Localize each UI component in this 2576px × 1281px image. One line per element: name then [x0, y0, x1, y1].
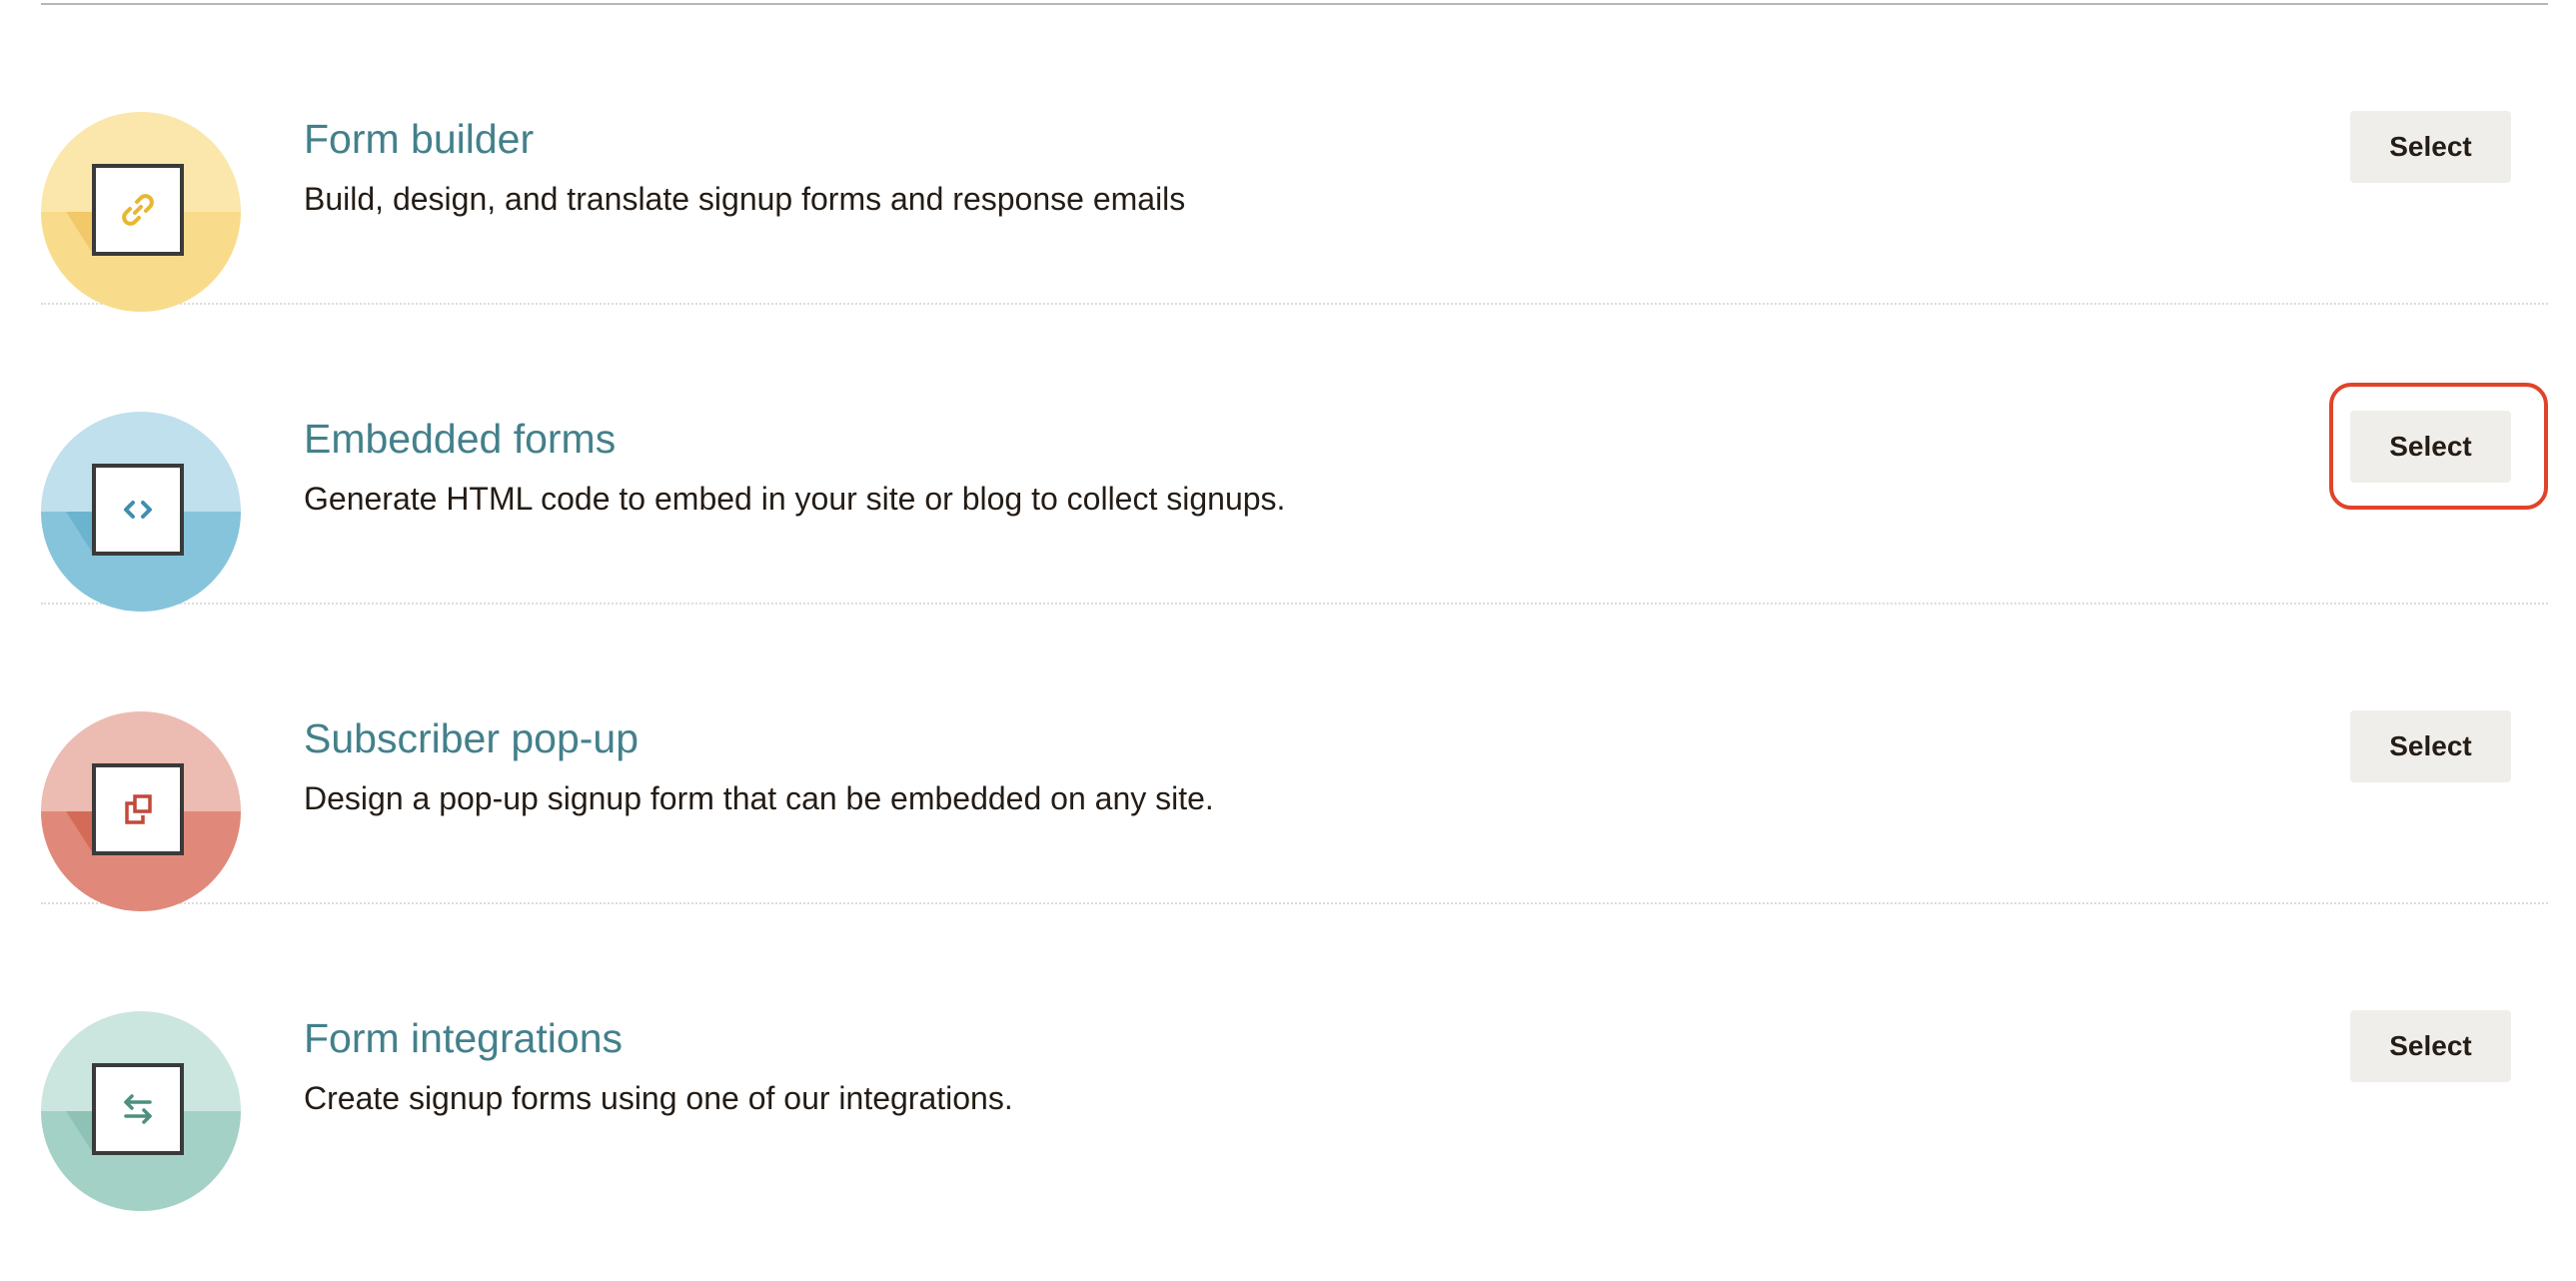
list-item-form-builder: Form builder Build, design, and translat…	[41, 5, 2548, 312]
select-subscriber-popup-button[interactable]: Select	[2350, 710, 2511, 782]
form-integrations-badge	[41, 1011, 241, 1211]
form-type-list: Form builder Build, design, and translat…	[41, 5, 2548, 1211]
select-embedded-forms-button[interactable]: Select	[2350, 411, 2511, 483]
select-form-builder-button[interactable]: Select	[2350, 111, 2511, 183]
list-item-subscriber-popup: Subscriber pop-up Design a pop-up signup…	[41, 605, 2548, 911]
link-icon	[122, 194, 154, 226]
option-description: Create signup forms using one of our int…	[304, 1080, 1013, 1116]
popup-icon	[125, 794, 152, 824]
code-icon	[124, 501, 152, 519]
embedded-forms-badge	[41, 412, 241, 612]
swap-arrows-icon	[124, 1094, 152, 1124]
option-title: Form integrations	[304, 1015, 624, 1061]
option-description: Design a pop-up signup form that can be …	[304, 780, 1214, 816]
select-form-integrations-button[interactable]: Select	[2350, 1010, 2511, 1082]
list-item-form-integrations: Form integrations Create signup forms us…	[41, 904, 2548, 1211]
subscriber-popup-badge	[41, 711, 241, 911]
form-builder-badge	[41, 112, 241, 312]
option-description: Build, design, and translate signup form…	[304, 181, 1186, 217]
option-description: Generate HTML code to embed in your site…	[304, 481, 1286, 517]
option-title: Subscriber pop-up	[304, 715, 640, 761]
option-title: Embedded forms	[304, 416, 617, 462]
option-title: Form builder	[304, 116, 535, 162]
list-item-embedded-forms: Embedded forms Generate HTML code to emb…	[41, 305, 2548, 612]
